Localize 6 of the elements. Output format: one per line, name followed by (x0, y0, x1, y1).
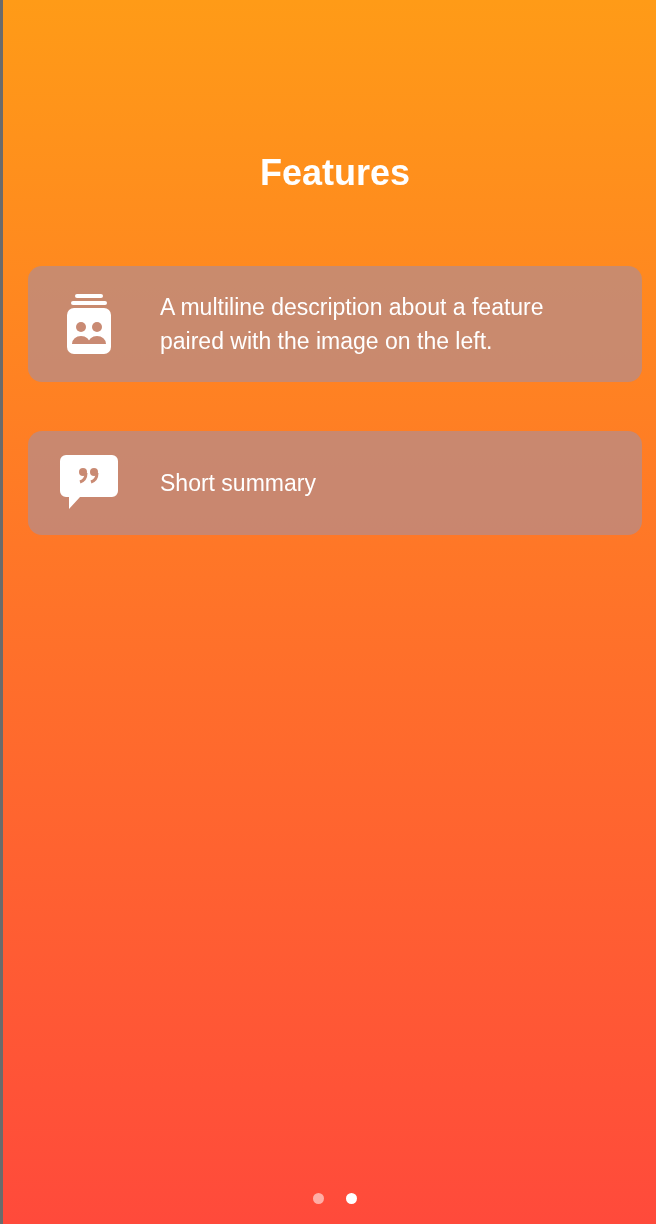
feature-description: Short summary (160, 469, 316, 498)
feature-description: A multiline description about a feature paired with the image on the left. (160, 293, 545, 356)
quote-bubble-icon (60, 455, 118, 511)
page-indicator-dot[interactable] (313, 1193, 324, 1204)
page-title: Features (258, 151, 412, 195)
page-indicator-dot[interactable] (346, 1193, 357, 1204)
